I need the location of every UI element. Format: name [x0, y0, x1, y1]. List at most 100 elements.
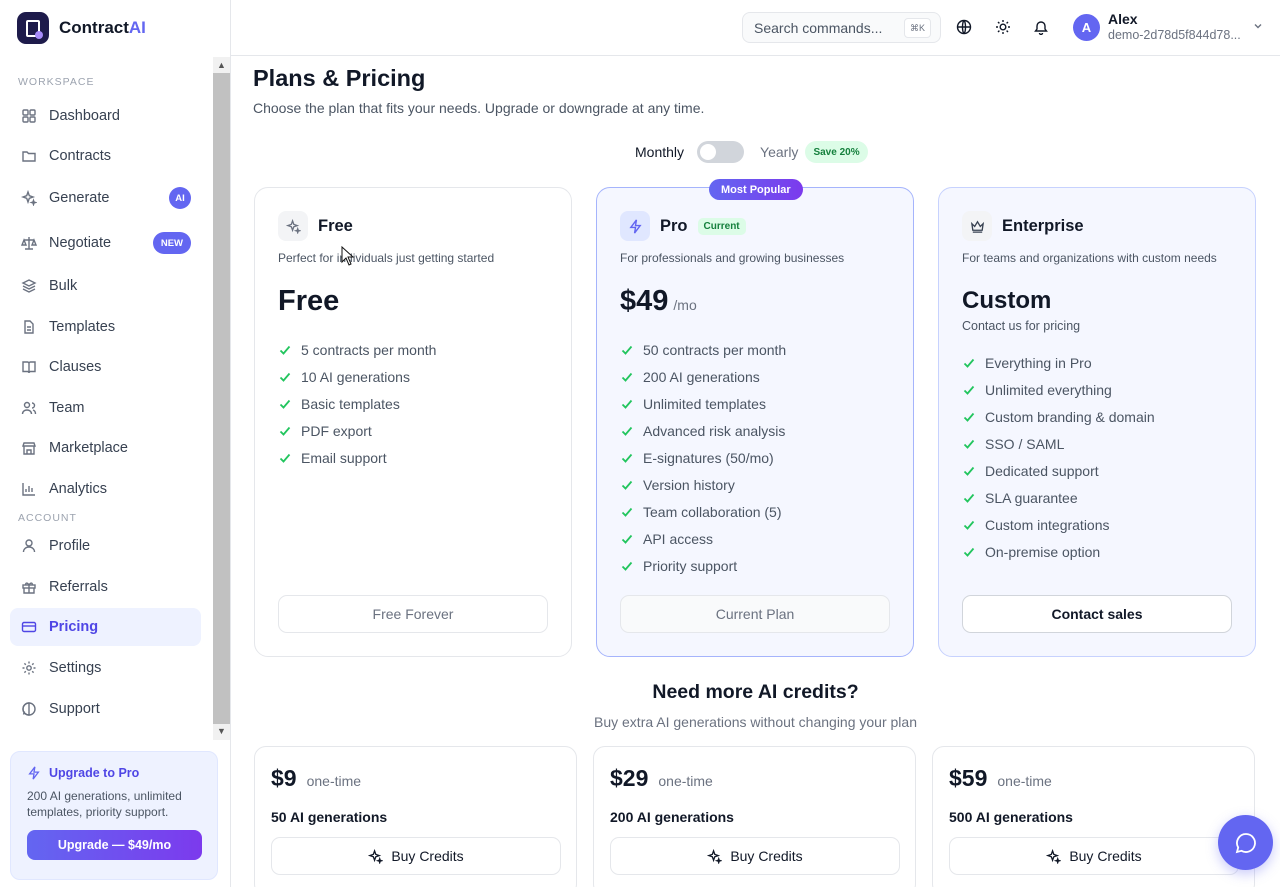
- sidebar-item-label: Clauses: [49, 359, 102, 375]
- plan-name: Pro: [660, 216, 688, 235]
- buy-credits-button[interactable]: Buy Credits: [949, 837, 1239, 875]
- feature-list: 50 contracts per month 200 AI generations…: [620, 336, 786, 579]
- sidebar-item-label: Referrals: [49, 579, 108, 595]
- sidebar-item-dashboard[interactable]: Dashboard: [10, 97, 201, 135]
- sidebar-item-team[interactable]: Team: [10, 389, 201, 427]
- feature-text: API access: [643, 530, 714, 547]
- sparkles-icon: [20, 190, 37, 207]
- feature-text: Priority support: [643, 557, 738, 574]
- feature-item: On-premise option: [962, 538, 1155, 565]
- gift-icon: [20, 579, 37, 596]
- upgrade-button[interactable]: Upgrade — $49/mo: [27, 830, 202, 860]
- scroll-down-icon[interactable]: ▼: [213, 724, 230, 738]
- user-icon: [20, 538, 37, 555]
- feature-item: Custom branding & domain: [962, 403, 1155, 430]
- chat-button[interactable]: [1218, 815, 1273, 870]
- check-icon: [620, 451, 634, 465]
- sidebar-item-marketplace[interactable]: Marketplace: [10, 429, 201, 467]
- credit-pack-card: $29 one-time 200 AI generations Buy Credi…: [593, 746, 916, 887]
- billing-toggle: Monthly Yearly Save 20%: [635, 140, 868, 164]
- sidebar-item-label: Negotiate: [49, 235, 112, 251]
- brand[interactable]: ContractAI: [0, 0, 230, 56]
- contact-sales-button[interactable]: Contact sales: [962, 595, 1232, 633]
- top-header: Search commands... ⌘K A Alex demo-2d78d5…: [231, 0, 1280, 56]
- section-label-account: ACCOUNT: [18, 512, 77, 524]
- sidebar-item-profile[interactable]: Profile: [10, 527, 201, 565]
- sparkles-icon: [1046, 848, 1062, 864]
- brand-name: ContractAI: [59, 18, 146, 37]
- sidebar-item-referrals[interactable]: Referrals: [10, 568, 201, 606]
- credits-title: Need more AI credits?: [652, 681, 859, 703]
- feature-text: SSO / SAML: [985, 435, 1065, 452]
- credit-generations: 50 AI generations: [271, 809, 388, 825]
- most-popular-badge: Most Popular: [709, 179, 803, 200]
- sidebar-item-clauses[interactable]: Clauses: [10, 348, 201, 386]
- avatar[interactable]: A: [1073, 14, 1100, 41]
- sidebar-item-contracts[interactable]: Contracts: [10, 137, 201, 175]
- feature-item: Version history: [620, 471, 786, 498]
- feature-text: Unlimited everything: [985, 381, 1112, 398]
- feature-item: Everything in Pro: [962, 349, 1155, 376]
- plan-price: $49/mo: [620, 285, 697, 317]
- sun-icon[interactable]: [994, 18, 1012, 36]
- sidebar-item-analytics[interactable]: Analytics: [10, 470, 201, 508]
- layers-icon: [20, 278, 37, 295]
- free-forever-button[interactable]: Free Forever: [278, 595, 548, 633]
- sidebar-item-settings[interactable]: Settings: [10, 649, 201, 687]
- sidebar-item-label: Settings: [49, 660, 102, 676]
- plan-price-note: Contact us for pricing: [962, 319, 1081, 333]
- check-icon: [962, 464, 976, 478]
- feature-item: Email support: [278, 444, 436, 471]
- credit-type: one-time: [997, 773, 1052, 789]
- feature-text: Custom branding & domain: [985, 408, 1155, 425]
- scroll-up-icon[interactable]: ▲: [213, 58, 230, 72]
- sidebar-scrollbar[interactable]: ▲ ▼: [213, 57, 230, 740]
- feature-item: Dedicated support: [962, 457, 1155, 484]
- bell-icon[interactable]: [1032, 18, 1050, 36]
- feature-text: Advanced risk analysis: [643, 422, 786, 439]
- book-icon: [20, 359, 37, 376]
- feature-item: Unlimited templates: [620, 390, 786, 417]
- current-badge: Current: [697, 217, 746, 235]
- bar-chart-icon: [20, 481, 37, 498]
- chevron-down-icon[interactable]: [1252, 20, 1264, 32]
- current-plan-button[interactable]: Current Plan: [620, 595, 890, 633]
- credit-pack-card: $9 one-time 50 AI generations Buy Credits: [254, 746, 577, 887]
- check-icon: [620, 532, 634, 546]
- sidebar-item-label: Contracts: [49, 148, 112, 164]
- feature-item: 50 contracts per month: [620, 336, 786, 363]
- store-icon: [20, 440, 37, 457]
- check-icon: [620, 397, 634, 411]
- scrollbar-thumb[interactable]: [213, 73, 230, 736]
- plan-description: For professionals and growing businesses: [620, 251, 845, 265]
- sidebar-item-label: Bulk: [49, 278, 78, 294]
- check-icon: [962, 437, 976, 451]
- folder-icon: [20, 148, 37, 165]
- sidebar-item-templates[interactable]: Templates: [10, 308, 201, 346]
- monthly-label[interactable]: Monthly: [635, 144, 684, 160]
- sidebar-item-generate[interactable]: Generate AI: [10, 179, 201, 217]
- page-title: Plans & Pricing: [253, 65, 426, 91]
- feature-text: 5 contracts per month: [301, 341, 437, 358]
- sidebar-item-support[interactable]: Support: [10, 690, 201, 728]
- sidebar-item-label: Team: [49, 400, 85, 416]
- buy-credits-button[interactable]: Buy Credits: [610, 837, 900, 875]
- sidebar-item-negotiate[interactable]: Negotiate NEW: [10, 224, 201, 262]
- billing-switch[interactable]: [697, 141, 745, 163]
- yearly-label[interactable]: Yearly: [760, 144, 798, 160]
- check-icon: [962, 356, 976, 370]
- check-icon: [620, 370, 634, 384]
- globe-icon[interactable]: [955, 18, 973, 36]
- credit-price: $59: [949, 765, 988, 791]
- chat-bubble-icon: [1235, 832, 1256, 853]
- search-commands-input[interactable]: Search commands... ⌘K: [742, 12, 941, 43]
- buy-credits-button[interactable]: Buy Credits: [271, 837, 561, 875]
- feature-item: Priority support: [620, 552, 786, 579]
- user-name[interactable]: Alex: [1108, 11, 1138, 27]
- scale-icon: [20, 235, 37, 252]
- search-placeholder: Search commands...: [754, 19, 883, 36]
- sidebar-item-bulk[interactable]: Bulk: [10, 267, 201, 305]
- sidebar-item-pricing[interactable]: Pricing: [10, 608, 201, 646]
- feature-text: 200 AI generations: [643, 368, 760, 385]
- sparkles-icon: [707, 848, 723, 864]
